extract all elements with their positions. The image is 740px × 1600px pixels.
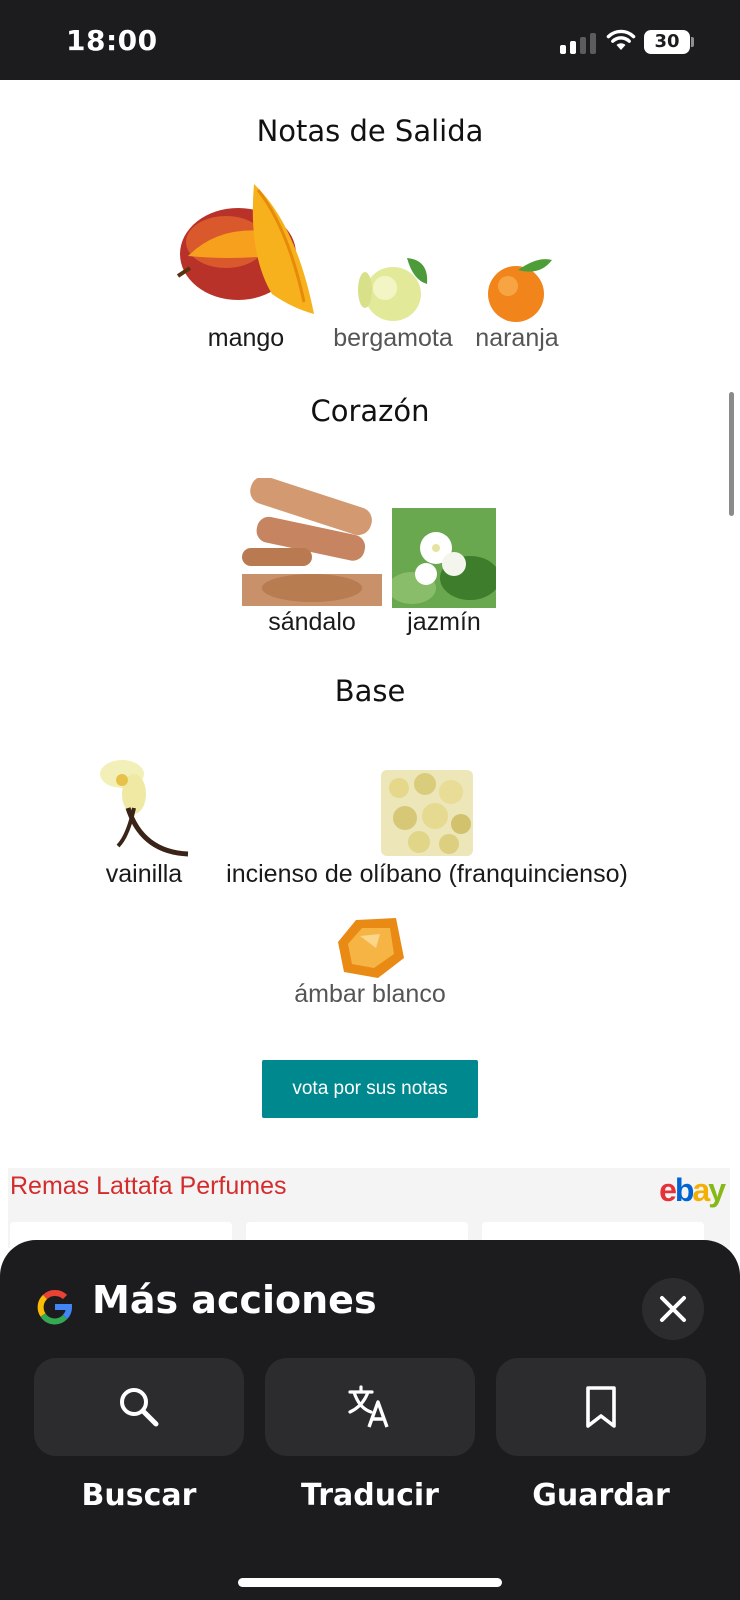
ad-title[interactable]: Remas Lattafa Perfumes xyxy=(10,1172,287,1201)
save-action-label[interactable]: Guardar xyxy=(496,1478,706,1513)
save-action-button[interactable] xyxy=(496,1358,706,1456)
section-title-base-notes: Base xyxy=(334,674,406,708)
orange-icon xyxy=(488,259,552,322)
note-label: bergamota xyxy=(333,324,453,352)
close-icon xyxy=(660,1296,686,1322)
translate-icon xyxy=(348,1385,389,1428)
mango-icon xyxy=(176,184,314,314)
sandalwood-icon xyxy=(242,478,382,606)
note-label: naranja xyxy=(475,324,559,352)
status-bar: 18:00 30 xyxy=(0,0,740,80)
note-mango[interactable]: mango xyxy=(176,184,316,353)
bergamot-icon xyxy=(358,258,428,321)
ebay-logo-y: y xyxy=(708,1172,726,1208)
more-actions-sheet: Más acciones Buscar Traducir Guardar xyxy=(0,1240,740,1600)
note-label: vainilla xyxy=(105,860,183,888)
note-ambar-blanco[interactable]: ámbar blanco xyxy=(280,916,460,1009)
search-icon xyxy=(120,1388,159,1427)
translate-action-label[interactable]: Traducir xyxy=(265,1478,475,1513)
vanilla-icon xyxy=(100,760,189,857)
note-label: ámbar blanco xyxy=(294,980,446,1008)
battery-nub xyxy=(691,37,694,47)
section-title-top-notes: Notas de Salida xyxy=(256,114,484,148)
scrollbar[interactable] xyxy=(729,392,734,516)
note-label: jazmín xyxy=(407,608,481,636)
bookmark-icon xyxy=(586,1386,616,1428)
ebay-logo[interactable]: ebay xyxy=(659,1172,726,1209)
note-jazmin[interactable]: jazmín xyxy=(392,508,496,637)
battery-indicator: 30 xyxy=(644,30,690,54)
status-time: 18:00 xyxy=(66,24,158,57)
note-incienso[interactable]: incienso de olíbano (franquincienso) xyxy=(204,766,650,889)
note-bergamota[interactable]: bergamota xyxy=(326,254,460,353)
note-naranja[interactable]: naranja xyxy=(470,254,564,353)
note-vainilla[interactable]: vainilla xyxy=(88,756,200,889)
note-label: sándalo xyxy=(268,608,356,636)
home-indicator[interactable] xyxy=(238,1578,502,1587)
wifi-icon xyxy=(606,29,636,50)
jasmine-icon xyxy=(392,508,496,608)
translate-action-button[interactable] xyxy=(265,1358,475,1456)
ebay-logo-b: b xyxy=(674,1172,694,1208)
close-button[interactable] xyxy=(642,1278,704,1340)
google-g-icon xyxy=(37,1290,72,1325)
frankincense-icon xyxy=(381,770,473,856)
note-label: incienso de olíbano (franquincienso) xyxy=(226,860,628,888)
search-action-button[interactable] xyxy=(34,1358,244,1456)
note-sandalo[interactable]: sándalo xyxy=(242,478,382,637)
note-label: mango xyxy=(207,324,285,352)
amber-icon xyxy=(338,918,404,978)
ebay-logo-e: e xyxy=(659,1172,677,1208)
ebay-logo-a: a xyxy=(692,1172,710,1208)
section-title-heart-notes: Corazón xyxy=(310,394,430,428)
vote-notes-button[interactable]: vota por sus notas xyxy=(262,1060,478,1118)
perfume-notes-content: Notas de Salida mango bergamota naranja xyxy=(0,80,740,1262)
search-action-label[interactable]: Buscar xyxy=(34,1478,244,1513)
cellular-signal-icon xyxy=(560,32,596,54)
sheet-title: Más acciones xyxy=(92,1278,377,1322)
ad-banner[interactable]: Remas Lattafa Perfumes ebay xyxy=(8,1168,730,1262)
